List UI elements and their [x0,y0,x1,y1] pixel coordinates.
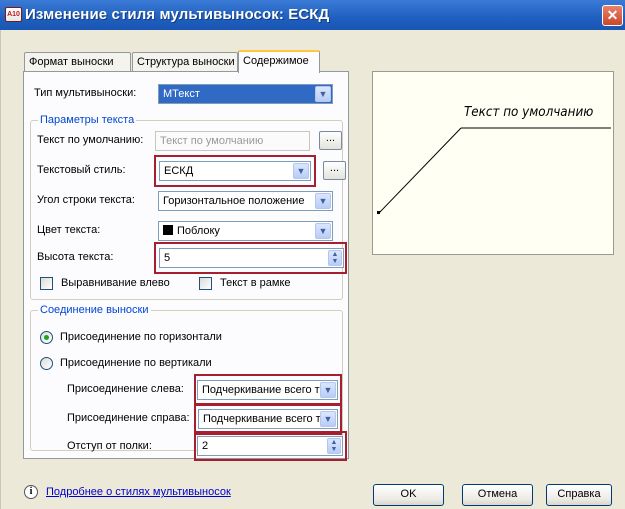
chevron-down-icon[interactable]: ▼ [315,193,331,209]
dialog-body: Формат выноски Структура выноски Содержи… [0,30,625,509]
spinner-arrows-icon[interactable]: ▲ ▼ [328,250,342,266]
attach-vertical-radio[interactable] [40,357,53,370]
leader-type-select[interactable]: MТекст ▼ [158,84,333,104]
window-title: Изменение стиля мультивыносок: ЕСКД [25,6,330,23]
text-params-title: Параметры текста [38,114,137,126]
text-frame-label: Текст в рамке [220,277,291,289]
text-frame-checkbox[interactable] [199,277,212,290]
help-button[interactable]: Справка [546,484,612,506]
radio-selected-dot [44,335,49,340]
text-style-value: ЕСКД [164,165,194,177]
attach-left-label: Присоединение слева: [67,383,184,395]
default-text-label: Текст по умолчанию: [37,134,144,146]
chevron-down-icon[interactable]: ▼ [293,163,309,179]
landing-offset-label: Отступ от полки: [67,440,152,452]
chevron-down-icon[interactable]: ▼ [320,411,336,427]
attach-vertical-label: Присоединение по вертикали [60,357,212,369]
text-angle-select[interactable]: Горизонтальное положение ▼ [158,191,333,211]
title-bar: A10 Изменение стиля мультивыносок: ЕСКД … [0,0,625,30]
text-color-label: Цвет текста: [37,224,101,236]
landing-offset-value: 2 [202,440,209,452]
text-color-value: Поблоку [177,225,220,237]
attach-right-select[interactable]: Подчеркивание всего т ▼ [198,409,338,429]
attach-left-value: Подчеркивание всего т [202,384,320,396]
info-icon: i [24,485,38,499]
chevron-down-icon[interactable]: ▼ [320,382,336,398]
close-button[interactable]: ✕ [602,5,623,26]
leader-line [378,127,462,214]
attach-horizontal-label: Присоединение по горизонтали [60,331,222,343]
attach-right-label: Присоединение справа: [67,412,190,424]
attachment-title: Соединение выноски [38,304,151,316]
ok-button[interactable]: OK [373,484,444,506]
chevron-down-icon[interactable]: ▼ [315,86,331,102]
leader-type-value: MТекст [163,88,200,100]
tab-content[interactable]: Содержимое [238,50,320,73]
text-angle-label: Угол строки текста: [37,194,135,206]
color-swatch [163,225,173,235]
align-left-label: Выравнивание влево [61,277,170,289]
tab-leader-format[interactable]: Формат выноски [24,52,131,71]
text-style-select[interactable]: ЕСКД ▼ [159,161,311,181]
leader-arrowhead [377,211,380,214]
text-height-value: 5 [164,252,171,264]
cancel-button[interactable]: Отмена [462,484,533,506]
leader-preview-drawing [377,127,611,214]
text-angle-value: Горизонтальное положение [163,195,305,207]
content-panel: Тип мультивыноски: MТекст ▼ Параметры те… [23,71,349,461]
preview-pane: Текст по умолчанию [372,71,614,255]
text-height-label: Высота текста: [37,251,114,263]
landing-offset-input[interactable]: 2 ▲ ▼ [197,436,343,456]
autocad-app-icon: A10 [5,7,22,22]
text-color-select[interactable]: Поблоку ▼ [158,221,333,241]
preview-text: Текст по умолчанию [464,105,594,120]
align-left-checkbox[interactable] [40,277,53,290]
default-text-field[interactable]: Текст по умолчанию [155,131,310,151]
tab-leader-structure[interactable]: Структура выноски [132,52,238,71]
text-style-browse-button[interactable]: ... [323,161,346,180]
attach-left-select[interactable]: Подчеркивание всего т ▼ [197,380,338,400]
default-text-browse-button[interactable]: ... [319,131,342,150]
text-style-label: Текстовый стиль: [37,164,126,176]
spinner-arrows-icon[interactable]: ▲ ▼ [327,438,341,454]
help-link[interactable]: Подробнее о стилях мультивыносок [46,486,231,498]
attach-horizontal-radio[interactable] [40,331,53,344]
chevron-down-icon[interactable]: ▼ [315,223,331,239]
attach-right-value: Подчеркивание всего т [203,413,321,425]
text-height-input[interactable]: 5 ▲ ▼ [159,248,344,268]
leader-type-label: Тип мультивыноски: [34,87,137,99]
